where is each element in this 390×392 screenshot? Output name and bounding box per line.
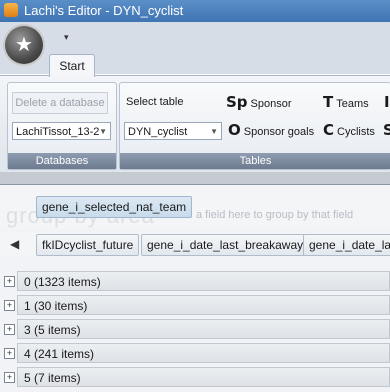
expand-icon[interactable]: + (4, 372, 15, 383)
splitter[interactable] (0, 172, 390, 185)
group-row[interactable]: + 3 (5 items) (0, 319, 390, 339)
group-row[interactable]: + 1 (30 items) (0, 295, 390, 315)
group-row-label: 5 (7 items) (17, 367, 390, 387)
quick-access-dropdown[interactable]: ▾ (64, 32, 69, 43)
title-bar: Lachi's Editor - DYN_cyclist (0, 0, 390, 22)
cyclists-button[interactable]: C Cyclists (323, 121, 375, 139)
group-row-label: 1 (30 items) (17, 295, 390, 315)
quick-access-toolbar (0, 22, 390, 56)
delete-database-button[interactable]: Delete a database (12, 92, 108, 114)
teams-icon: T (323, 93, 334, 111)
tab-start[interactable]: Start (49, 54, 95, 77)
table-select-value: DYN_cyclist (128, 126, 188, 138)
cyclists-icon: C (323, 121, 335, 139)
window-title: Lachi's Editor - DYN_cyclist (24, 3, 184, 18)
sponsor-label: Sponsor (250, 98, 292, 110)
teams-button[interactable]: T Teams (323, 93, 369, 111)
table-select[interactable]: DYN_cyclist ▼ (124, 122, 222, 140)
sponsor-button[interactable]: Sp Sponsor (226, 93, 292, 111)
table-command-icon: S (383, 121, 390, 139)
app-icon (4, 3, 18, 17)
expand-icon[interactable]: + (4, 348, 15, 359)
group-row[interactable]: + 0 (1323 items) (0, 271, 390, 291)
group-row[interactable]: + 4 (241 items) (0, 343, 390, 363)
sponsor-goals-button[interactable]: O Sponsor goals (228, 121, 314, 139)
select-table-label: Select table (126, 96, 184, 108)
tables-group-label: Tables (120, 153, 390, 169)
sponsor-icon: Sp (226, 93, 248, 111)
column-header[interactable]: gene_i_date_las (303, 234, 390, 256)
expand-icon[interactable]: + (4, 324, 15, 335)
group-panel-hint: a field here to group by that field (196, 209, 354, 221)
table-command-icon: I (384, 93, 390, 111)
database-select-value: LachiTissot_13-2 (16, 126, 100, 138)
databases-group-label: Databases (8, 153, 116, 169)
application-menu-button[interactable]: ★ (5, 26, 43, 64)
expand-icon[interactable]: + (4, 276, 15, 287)
sponsor-goals-icon: O (228, 121, 241, 139)
group-row-label: 0 (1323 items) (17, 271, 390, 291)
expand-icon[interactable]: + (4, 300, 15, 311)
group-row-label: 4 (241 items) (17, 343, 390, 363)
grouped-column-chip[interactable]: gene_i_selected_nat_team (36, 196, 193, 218)
column-header[interactable]: fkIDcyclist_future (36, 234, 140, 256)
column-header[interactable]: gene_i_date_last_breakaway (141, 234, 310, 256)
table-command-button[interactable]: S (383, 121, 390, 139)
group-row-label: 3 (5 items) (17, 319, 390, 339)
teams-label: Teams (336, 98, 369, 110)
sponsor-goals-label: Sponsor goals (243, 126, 315, 138)
cyclists-label: Cyclists (337, 126, 375, 138)
chevron-down-icon: ▼ (99, 127, 107, 136)
group-row[interactable]: + 5 (7 items) (0, 367, 390, 387)
database-select[interactable]: LachiTissot_13-2 ▼ (12, 122, 111, 140)
scroll-left-icon[interactable]: ◀ (10, 237, 19, 251)
chevron-down-icon: ▼ (210, 127, 218, 136)
table-command-button[interactable]: I (384, 93, 390, 111)
